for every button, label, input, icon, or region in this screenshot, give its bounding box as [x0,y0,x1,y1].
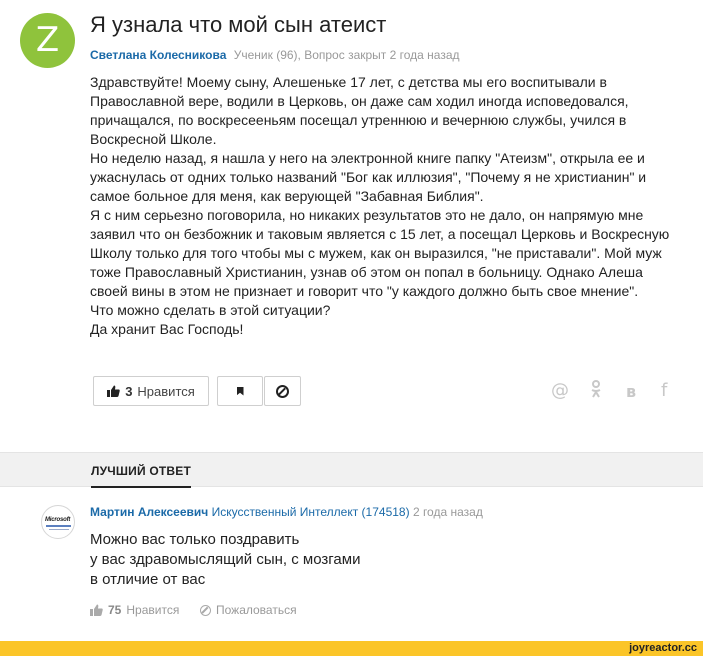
question-meta-text: Ученик (96), Вопрос закрыт 2 года назад [233,48,460,62]
report-icon [200,604,211,616]
logo-stripe [46,525,71,527]
question-body-line: Да хранит Вас Господь! [90,321,244,337]
best-answer-header: ЛУЧШИЙ ОТВЕТ [0,452,703,488]
answer-report-button[interactable]: Пожаловаться [200,603,297,617]
bookmark-button[interactable] [217,376,263,406]
question-body-line: Но неделю назад, я нашла у него на элект… [90,150,645,166]
logo-stripe [49,529,69,530]
question-body-line: Школу только для того чтобы мы с мужем, … [90,245,662,261]
question-body-line: Воскресной Школе. [90,131,217,147]
question-author-link[interactable]: Светлана Колесникова [90,48,226,62]
share-mail-icon[interactable]: @ [551,380,569,401]
answer-body-line: в отличие от вас [90,571,206,588]
answer-like-count: 75 [108,603,122,617]
block-button[interactable] [264,376,301,406]
best-answer-label: ЛУЧШИЙ ОТВЕТ [91,464,192,488]
question-like-count: 3 [125,383,133,399]
question-body-line: тоже Православный Христианин, узнав об э… [90,264,643,280]
answer-report-label: Пожаловаться [216,603,297,617]
block-icon [276,384,289,398]
answer-meta: Мартин Алексеевич Искусственный Интеллек… [90,505,483,519]
question-body-line: самое больное для меня, как верующей "За… [90,188,484,204]
answer-body: Можно вас только поздравить у вас здраво… [90,530,360,590]
answer-author-link[interactable]: Мартин Алексеевич [90,505,208,519]
question-like-button[interactable]: 3 Нравится [93,376,209,406]
question-body-line: своей вины в этом не признает и говорит … [90,283,639,299]
thumbs-up-icon [90,604,103,616]
share-odnoklassniki-icon[interactable] [590,380,602,403]
question-body-line: заявил что он безбожник и таковым являет… [90,226,670,242]
question-body-line: Православной вере, водили в Церковь, он … [90,93,629,109]
share-facebook-icon[interactable]: f [661,380,667,401]
question-title: Я узнала что мой сын атеист [90,12,387,37]
microsoft-logo: Microsoft [45,517,71,523]
question-like-label: Нравится [137,383,195,399]
share-vk-icon[interactable]: в [626,382,636,401]
answer-author-rank: Искусственный Интеллект (174518) [211,505,410,519]
question-body-line: Я с ним серьезно поговорила, но никаких … [90,207,644,223]
answer-time: 2 года назад [412,505,483,519]
question-meta: Светлана Колесникова Ученик (96), Вопрос… [90,48,460,62]
question-body-line: ужаснулась от одних только названий "Бог… [90,169,647,185]
answer-like-label: Нравится [126,603,180,617]
thumbs-up-icon [107,385,120,397]
answer-like-button[interactable]: 75 Нравится [90,603,179,617]
footer-brand-link[interactable]: joyreactor.cc [629,641,697,656]
bookmark-icon [236,386,244,396]
question-body-line: Здравствуйте! Моему сыну, Алешеньке 17 л… [90,74,607,90]
question-author-avatar[interactable]: Z [20,13,75,68]
question-body-line: Что можно сделать в этой ситуации? [90,302,331,318]
answer-author-avatar[interactable]: Microsoft [41,505,75,539]
question-body-line: причащался, по воскресееньям посещал утр… [90,112,627,128]
question-body: Здравствуйте! Моему сыну, Алешеньке 17 л… [90,73,690,339]
footer-bar: joyreactor.cc [0,641,703,656]
answer-body-line: у вас здравомыслящий сын, с мозгами [90,551,361,568]
answer-body-line: Можно вас только поздравить [90,531,300,548]
